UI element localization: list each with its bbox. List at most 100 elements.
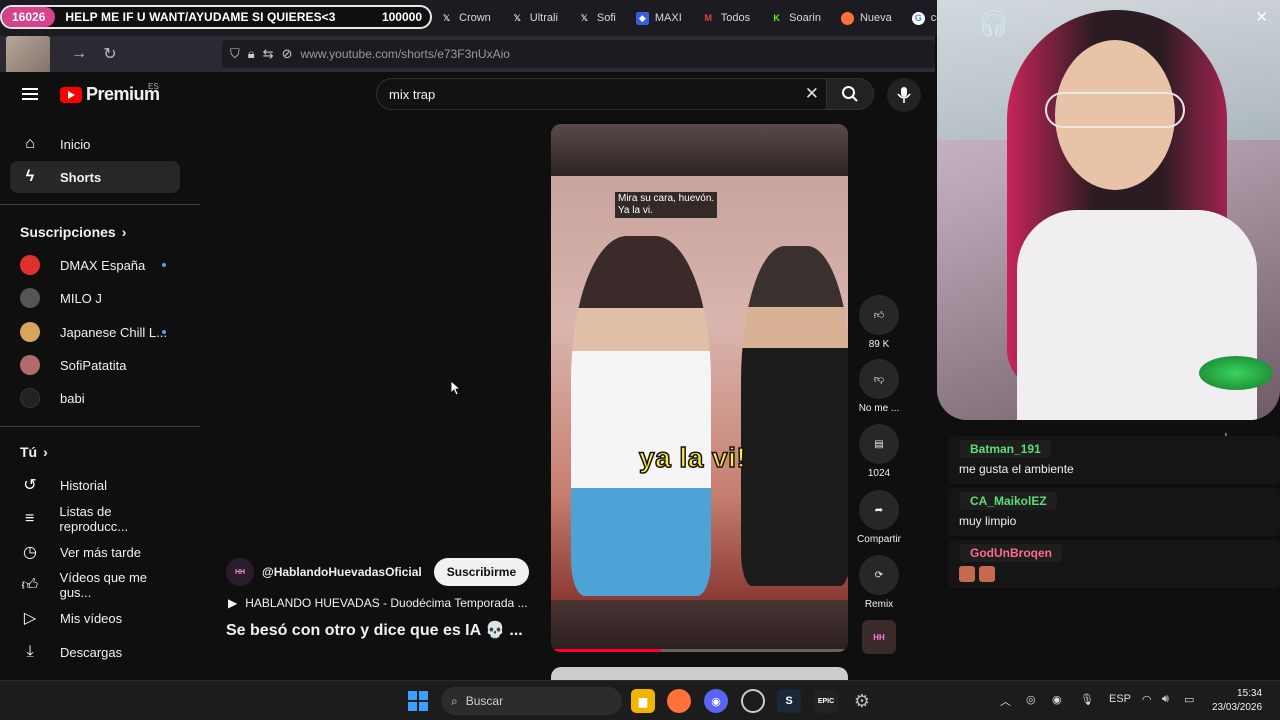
x-icon: 𝕏 xyxy=(513,12,521,23)
channel-avatar xyxy=(20,388,40,408)
steam-icon[interactable]: S xyxy=(777,689,801,713)
chat-message: CA_MaikolEZ muy limpio xyxy=(948,488,1280,536)
file-explorer-icon[interactable]: ▆ xyxy=(631,689,655,713)
streamer-glasses xyxy=(1045,92,1185,128)
browser-tab[interactable]: ◆ MAXI xyxy=(626,4,692,32)
sidebar-item-subscription[interactable]: MILO J xyxy=(10,282,180,314)
chat-username[interactable]: CA_MaikolEZ xyxy=(960,492,1057,510)
taskbar-search[interactable]: ⌕ Buscar xyxy=(441,687,622,715)
forward-icon[interactable]: → xyxy=(64,39,94,69)
steam-tray-icon[interactable]: ◎ xyxy=(1026,693,1036,706)
discord-icon[interactable]: ◉ xyxy=(704,689,728,713)
channel-name[interactable]: @HablandoHuevadasOficial xyxy=(262,565,422,579)
remix-button[interactable]: ⟳ Remix xyxy=(854,555,904,610)
home-icon: ⌂ xyxy=(25,135,35,152)
menu-icon[interactable] xyxy=(22,88,38,100)
channel-logo-thumbnail[interactable]: HH xyxy=(862,620,896,654)
epic-games-icon[interactable]: EPIC xyxy=(814,689,838,713)
goal-target: 100000 xyxy=(381,10,422,24)
dislike-button[interactable]: 👎︎ No me ... xyxy=(854,359,904,414)
wifi-icon[interactable]: ◠ xyxy=(1142,693,1152,706)
subtitle-caption: Mira su cara, huevón. Ya la vi. xyxy=(615,192,718,218)
settings-gear-icon[interactable]: ⚙ xyxy=(850,689,874,713)
input-language[interactable]: ESP xyxy=(1109,693,1131,705)
search-input[interactable]: mix trap ✕ xyxy=(376,78,830,110)
battery-icon[interactable]: ▭ xyxy=(1184,693,1194,706)
mouse-cursor-icon xyxy=(451,381,461,396)
channel-row: HH @HablandoHuevadasOficial Suscribirme xyxy=(226,558,530,586)
chevron-right-icon: › xyxy=(43,444,48,460)
comment-icon: ▤ xyxy=(859,424,899,464)
firefox-icon[interactable] xyxy=(667,689,691,713)
close-icon[interactable]: ✕ xyxy=(1255,8,1268,26)
emote-icon xyxy=(979,566,995,582)
subscribe-button[interactable]: Suscribirme xyxy=(433,558,530,586)
sidebar-item-subscription[interactable]: SofiPatatita xyxy=(10,349,180,381)
sidebar-item-inicio[interactable]: ⌂ Inicio xyxy=(10,128,180,160)
clear-search-icon[interactable]: ✕ xyxy=(805,84,819,104)
shield-icon: ⛉ xyxy=(230,46,240,61)
chevron-up-icon[interactable]: ︿ xyxy=(1000,693,1011,709)
play-icon: ▶ xyxy=(228,596,238,610)
you-header[interactable]: Tú › xyxy=(20,444,48,460)
browser-tab[interactable]: 𝕏 Ultrali xyxy=(501,4,568,32)
chat-message: Batman_191 me gusta el ambiente xyxy=(948,436,1280,484)
sidebar-item-subscription[interactable]: babi xyxy=(10,382,180,414)
plant-decoration xyxy=(1199,356,1273,390)
sidebar-item-subscription[interactable]: Japanese Chill L... xyxy=(10,316,180,348)
my-videos-icon: ▷ xyxy=(23,610,37,627)
discord-tray-icon[interactable]: ◉ xyxy=(1052,693,1062,706)
sidebar-item-downloads[interactable]: ⤓ Descargas xyxy=(10,636,180,668)
volume-icon[interactable]: 🔊︎ xyxy=(1162,693,1169,706)
obs-icon[interactable] xyxy=(741,689,765,713)
firefox-icon xyxy=(840,11,854,25)
browser-tab[interactable]: Nueva xyxy=(831,4,902,32)
sidebar-item-watch-later[interactable]: ◷ Ver más tarde xyxy=(10,536,180,568)
sidebar-item-playlists[interactable]: ≡ Listas de reproducc... xyxy=(10,503,180,535)
system-clock[interactable]: 15:34 23/03/2026 xyxy=(1212,687,1262,715)
browser-tab[interactable]: 𝕏 Sofi xyxy=(568,4,626,32)
browser-tab[interactable]: K Soarin xyxy=(760,4,831,32)
channel-avatar[interactable]: HH xyxy=(226,558,254,586)
video-big-caption: ya la vi! xyxy=(638,441,747,474)
chat-message: GodUnBroqen xyxy=(948,540,1280,588)
short-title: Se besó con otro y dice que es IA 💀 ... xyxy=(226,622,523,639)
windows-start-icon[interactable] xyxy=(408,691,428,711)
goal-text: HELP ME IF U WANT/AYUDAME SI QUIERES<3 xyxy=(65,10,336,24)
share-button[interactable]: ➦ Compartir xyxy=(854,490,904,545)
sidebar-item-my-videos[interactable]: ▷ Mis vídeos xyxy=(10,602,180,634)
like-button[interactable]: 👍︎ 89 K xyxy=(854,295,904,350)
address-bar[interactable]: ⛉ 🔒︎ ⇆ ⊘ www.youtube.com/shorts/e73F3nUx… xyxy=(222,40,935,68)
chat-username[interactable]: GodUnBroqen xyxy=(960,544,1062,562)
short-video-player[interactable]: Mira su cara, huevón. Ya la vi. ya la vi… xyxy=(551,124,848,652)
channel-avatar xyxy=(20,255,40,275)
sidebar-item-shorts[interactable]: ϟ Shorts xyxy=(10,161,180,193)
playlist-link[interactable]: ▶ HABLANDO HUEVADAS - Duodécima Temporad… xyxy=(228,596,528,610)
sidebar-item-liked[interactable]: 👍︎ Vídeos que me gus... xyxy=(10,569,180,601)
chat-emotes xyxy=(959,566,999,582)
url-text: www.youtube.com/shorts/e73F3nUxAio xyxy=(300,47,510,61)
browser-toolbar: → ↻ ⛉ 🔒︎ ⇆ ⊘ www.youtube.com/shorts/e73F… xyxy=(0,36,935,72)
chat-username[interactable]: Batman_191 xyxy=(960,440,1051,458)
channel-avatar xyxy=(20,355,40,375)
tab-list: 𝕏 Crown 𝕏 Ultrali 𝕏 Sofi ◆ MAXI M Todos K Soar… xyxy=(430,4,968,32)
sidebar-item-historial[interactable]: ↺ Historial xyxy=(10,469,180,501)
remix-icon: ⟳ xyxy=(859,555,899,595)
microphone-tray-icon[interactable]: 🎙︎ xyxy=(1080,693,1094,706)
video-frame xyxy=(551,176,848,600)
youtube-logo[interactable]: Premium ES xyxy=(60,82,160,105)
comments-button[interactable]: ▤ 1024 xyxy=(854,424,904,479)
maxi-icon: ◆ xyxy=(635,11,649,25)
goal-count: 16026 xyxy=(2,7,56,27)
subscriptions-header[interactable]: Suscripciones › xyxy=(20,224,126,240)
search-button[interactable] xyxy=(826,78,874,110)
lock-icon: 🔒︎ xyxy=(247,46,255,61)
voice-search-button[interactable] xyxy=(887,78,921,112)
reload-icon[interactable]: ↻ xyxy=(95,39,125,69)
browser-tab[interactable]: M Todos xyxy=(692,4,760,32)
google-icon: G xyxy=(911,11,925,25)
browser-tab[interactable]: 𝕏 Crown xyxy=(430,4,501,32)
sidebar-item-subscription[interactable]: DMAX España xyxy=(10,249,180,281)
youtube-play-icon xyxy=(60,86,82,103)
chevron-right-icon: › xyxy=(121,224,127,240)
